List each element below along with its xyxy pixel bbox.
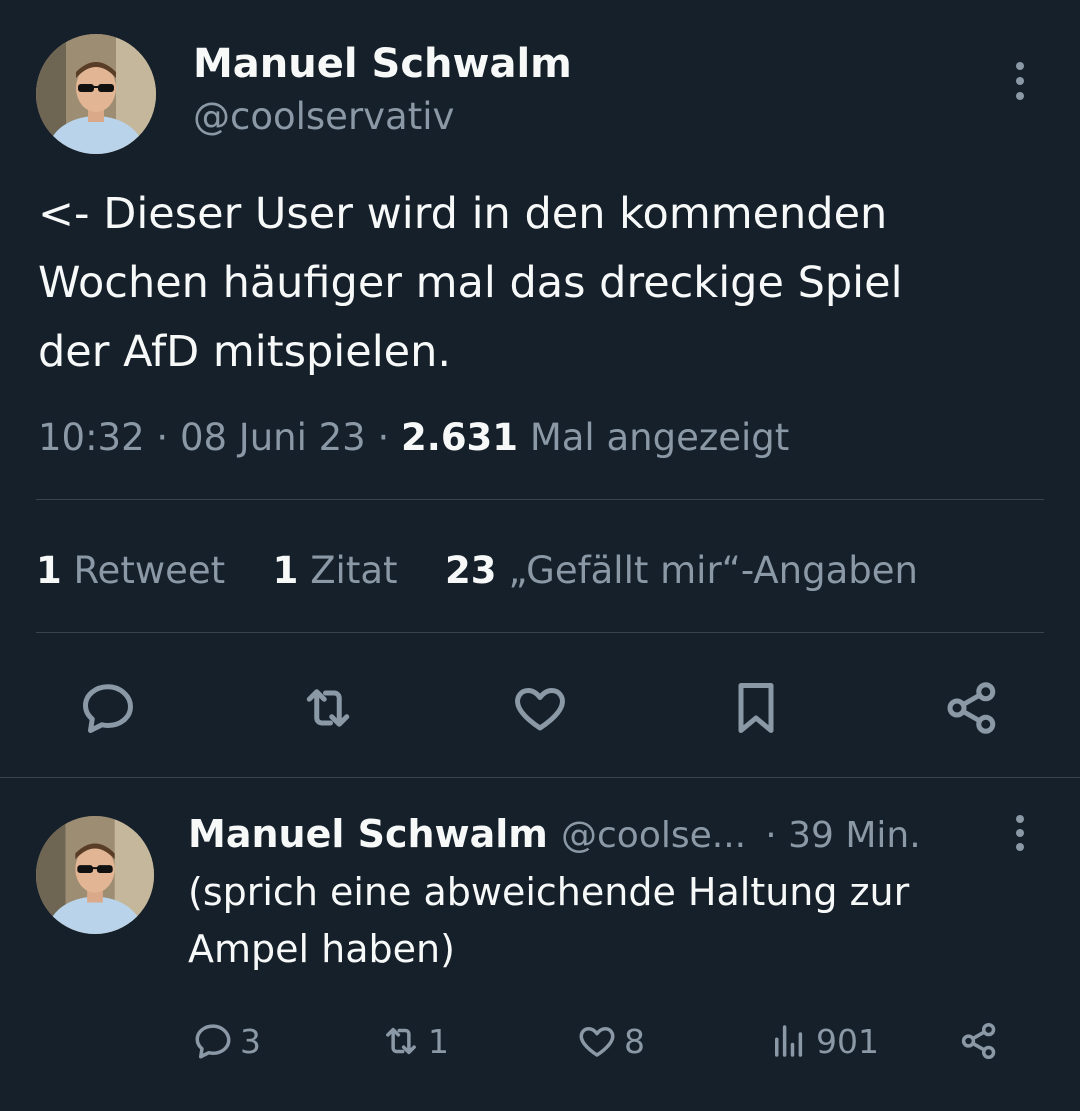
- reply-header: Manuel Schwalm @coolse... · 39 Min.: [188, 810, 921, 866]
- avatar-photo: [36, 816, 154, 934]
- reply-icon: [195, 1024, 231, 1059]
- meta-separator: ·: [156, 416, 169, 459]
- engagement-stats: 1 Retweet 1 Zitat 23 „Gefällt mir“-Angab…: [36, 545, 918, 597]
- tweet-date[interactable]: 08 Juni 23: [180, 416, 366, 459]
- avatar-photo: [36, 34, 156, 154]
- reply-text: (sprich eine abweichende Haltung zur Amp…: [188, 870, 910, 971]
- quotes-count: 1: [272, 549, 299, 592]
- retweet-count: 1: [428, 1021, 449, 1061]
- tweet-time[interactable]: 10:32: [38, 416, 145, 459]
- like-icon[interactable]: [510, 678, 570, 738]
- views-count: 2.631: [401, 416, 519, 459]
- retweets-stat[interactable]: 1 Retweet: [36, 549, 237, 592]
- share-icon: [961, 1022, 996, 1060]
- retweet-action[interactable]: 1: [380, 1020, 449, 1062]
- more-options-icon[interactable]: [1012, 62, 1028, 100]
- views-action[interactable]: 901: [768, 1020, 879, 1062]
- like-count: 8: [624, 1021, 645, 1061]
- reply-action[interactable]: 3: [192, 1020, 261, 1062]
- author-name[interactable]: Manuel Schwalm: [193, 40, 572, 88]
- divider: [36, 632, 1044, 633]
- share-icon[interactable]: [942, 678, 1002, 738]
- reply-author-handle[interactable]: @coolse...: [561, 815, 746, 856]
- like-icon: [579, 1027, 615, 1057]
- avatar[interactable]: [36, 816, 154, 934]
- tweet-meta: 10:32 · 08 Juni 23 · 2.631 Mal angezeigt: [38, 413, 789, 463]
- views-icon: [775, 1025, 803, 1057]
- share-action[interactable]: [958, 1020, 1006, 1062]
- likes-label: „Gefällt mir“-Angaben: [508, 549, 918, 592]
- retweet-icon[interactable]: [298, 678, 358, 738]
- retweets-count: 1: [36, 549, 62, 592]
- retweet-icon: [386, 1027, 416, 1055]
- reply-author-name[interactable]: Manuel Schwalm: [188, 812, 548, 856]
- reply-count: 3: [240, 1021, 261, 1061]
- views-count: 901: [816, 1021, 879, 1061]
- quotes-label: Zitat: [310, 549, 398, 592]
- quotes-stat[interactable]: 1 Zitat: [273, 549, 410, 592]
- reply-time[interactable]: · 39 Min.: [765, 815, 920, 856]
- bookmark-icon[interactable]: [726, 678, 786, 738]
- retweets-label: Retweet: [73, 549, 226, 592]
- author-handle[interactable]: @coolservativ: [193, 94, 454, 140]
- reply-icon[interactable]: [78, 678, 138, 738]
- views-label: Mal angezeigt: [529, 416, 790, 459]
- more-options-icon[interactable]: [1012, 815, 1028, 851]
- divider: [36, 499, 1044, 500]
- divider: [0, 777, 1080, 778]
- like-action[interactable]: 8: [576, 1020, 645, 1062]
- meta-separator: ·: [377, 416, 390, 459]
- likes-stat[interactable]: 23 „Gefällt mir“-Angaben: [445, 549, 918, 592]
- tweet-text: <- Dieser User wird in den kommenden Woc…: [38, 189, 903, 377]
- avatar[interactable]: [36, 34, 156, 154]
- likes-count: 23: [445, 549, 497, 592]
